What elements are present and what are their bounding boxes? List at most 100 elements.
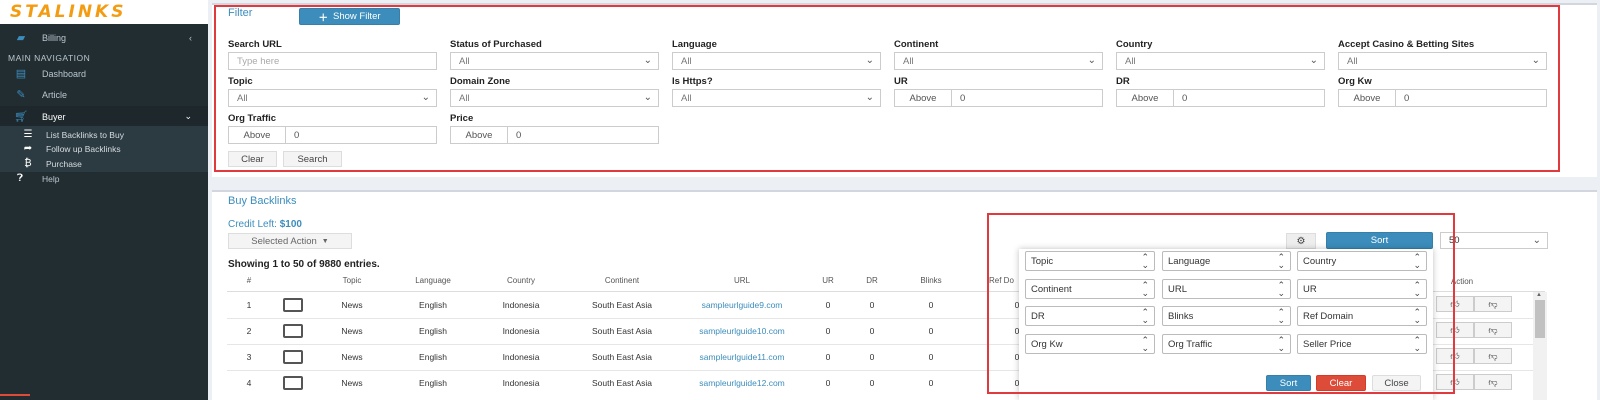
row-checkbox[interactable]	[271, 318, 315, 344]
like-button[interactable]: 👍︎	[1436, 296, 1474, 312]
org-kw-input[interactable]: 0	[1396, 89, 1547, 107]
table-cell: 0	[869, 378, 875, 388]
country-value: All	[1125, 55, 1136, 67]
country-select[interactable]: All ⌄	[1116, 52, 1325, 70]
sort-button[interactable]: Sort	[1326, 232, 1433, 249]
sort-close-button[interactable]: Close	[1372, 375, 1421, 391]
org-kw-label: Org Kw	[1338, 76, 1372, 87]
sort-select-continent[interactable]: Continent ⌃ ⌄	[1025, 279, 1155, 299]
column-header[interactable]: Continent	[565, 270, 679, 292]
sort-select-seller-price[interactable]: Seller Price ⌃ ⌄	[1297, 334, 1427, 354]
sort-select-ur[interactable]: UR ⌃ ⌄	[1297, 279, 1427, 299]
ur-mode-button[interactable]: Above	[894, 89, 952, 107]
search-button[interactable]: Search	[283, 151, 342, 167]
status-select[interactable]: All ⌄	[450, 52, 659, 70]
logo[interactable]: STALINKS	[0, 0, 208, 24]
sort-apply-button[interactable]: Sort	[1266, 375, 1311, 391]
domain-zone-value: All	[459, 92, 470, 104]
ur-label: UR	[894, 76, 908, 87]
chevron-down-icon: ⌄	[1532, 235, 1541, 246]
sidebar-subitem-purchase[interactable]: ₿ Purchase	[0, 156, 208, 171]
page-size-select[interactable]: 50 ⌄	[1440, 232, 1548, 249]
url-link[interactable]: sampleurlguide12.com	[679, 370, 805, 396]
column-header[interactable]: Language	[389, 270, 477, 292]
nav-header: MAIN NAVIGATION	[8, 53, 91, 63]
dislike-button[interactable]: 👎︎	[1474, 374, 1512, 390]
dislike-button[interactable]: 👎︎	[1474, 296, 1512, 312]
sidebar-item-buyer[interactable]: 🛒︎ Buyer ⌄	[0, 106, 208, 127]
dislike-button[interactable]: 👎︎	[1474, 322, 1512, 338]
sidebar-item-billing[interactable]: ▰ Billing ‹	[0, 27, 208, 48]
sidebar-item-help[interactable]: ❓︎ Help	[0, 171, 208, 186]
row-checkbox[interactable]	[271, 292, 315, 318]
sort-select-country[interactable]: Country ⌃ ⌄	[1297, 251, 1427, 271]
price-input[interactable]: 0	[508, 126, 659, 144]
column-header[interactable]: UR	[805, 270, 851, 292]
like-button[interactable]: 👍︎	[1436, 348, 1474, 364]
clear-button[interactable]: Clear	[228, 151, 277, 167]
ur-input[interactable]: 0	[952, 89, 1103, 107]
sort-select-language[interactable]: Language ⌃ ⌄	[1162, 251, 1291, 271]
url-link[interactable]: sampleurlguide11.com	[679, 344, 805, 370]
dr-input[interactable]: 0	[1174, 89, 1325, 107]
language-select[interactable]: All ⌄	[672, 52, 881, 70]
sort-select-org-kw[interactable]: Org Kw ⌃ ⌄	[1025, 334, 1155, 354]
dislike-button[interactable]: 👎︎	[1474, 348, 1512, 364]
sort-select-org-traffic[interactable]: Org Traffic ⌃ ⌄	[1162, 334, 1291, 354]
up-down-icon: ⌃ ⌄	[1141, 280, 1149, 298]
url-link[interactable]: sampleurlguide9.com	[679, 292, 805, 318]
selected-action-dropdown[interactable]: Selected Action ▼	[228, 233, 352, 249]
sort-select-ref-domain[interactable]: Ref Domain ⌃ ⌄	[1297, 306, 1427, 326]
column-header[interactable]: URL	[679, 270, 805, 292]
sort-select-dr[interactable]: DR ⌃ ⌄	[1025, 306, 1155, 326]
org-traffic-input[interactable]: 0	[286, 126, 437, 144]
sidebar-item-dashboard[interactable]: ▤ Dashboard	[0, 63, 208, 84]
sort-select-blinks[interactable]: Blinks ⌃ ⌄	[1162, 306, 1291, 326]
sidebar-item-article[interactable]: ✎ Article	[0, 84, 208, 105]
like-button[interactable]: 👍︎	[1436, 322, 1474, 338]
sort-clear-button[interactable]: Clear	[1316, 375, 1366, 391]
column-header[interactable]: Country	[477, 270, 565, 292]
sort-option-label: Topic	[1031, 255, 1054, 267]
column-header[interactable]: Topic	[315, 270, 389, 292]
thumbs-down-icon: 👎︎	[1488, 376, 1498, 387]
sort-select-url[interactable]: URL ⌃ ⌄	[1162, 279, 1291, 299]
continent-select[interactable]: All ⌄	[894, 52, 1103, 70]
logo-text: STALINKS	[10, 2, 127, 22]
sidebar-item-label: Buyer	[42, 111, 66, 122]
credit-card-icon: ▰	[16, 32, 26, 44]
dr-mode-button[interactable]: Above	[1116, 89, 1174, 107]
column-header[interactable]: DR	[851, 270, 893, 292]
column-header[interactable]: #	[227, 270, 271, 292]
column-header[interactable]: Blinks	[893, 270, 969, 292]
sort-option-label: Blinks	[1168, 310, 1194, 322]
language-label: Language	[672, 39, 717, 50]
topic-select[interactable]: All ⌄	[228, 89, 437, 107]
row-checkbox[interactable]	[271, 370, 315, 396]
row-checkbox[interactable]	[271, 344, 315, 370]
search-url-input[interactable]: Type here	[228, 52, 437, 70]
domain-zone-select[interactable]: All ⌄	[450, 89, 659, 107]
like-button[interactable]: 👍︎	[1436, 374, 1474, 390]
scroll-up-icon[interactable]: ▲	[1536, 292, 1542, 298]
sidebar-item-label: Dashboard	[42, 68, 87, 79]
table-cell: News	[341, 378, 363, 388]
org-kw-mode-button[interactable]: Above	[1338, 89, 1396, 107]
casino-select[interactable]: All ⌄	[1338, 52, 1547, 70]
sidebar-subitem-follow-up[interactable]: ➦ Follow up Backlinks	[0, 141, 208, 156]
sidebar-subitem-list-backlinks[interactable]: ☰ List Backlinks to Buy	[0, 127, 208, 142]
https-select[interactable]: All ⌄	[672, 89, 881, 107]
table-cell: South East Asia	[591, 378, 652, 388]
table-cell: English	[419, 352, 447, 362]
price-mode-button[interactable]: Above	[450, 126, 508, 144]
settings-button[interactable]: ⚙	[1286, 233, 1316, 249]
scrollbar-thumb[interactable]	[1535, 300, 1545, 338]
dr-value: 0	[1182, 92, 1188, 104]
sort-select-topic[interactable]: Topic ⌃ ⌄	[1025, 251, 1155, 271]
sidebar-marker	[0, 394, 30, 396]
show-filter-button[interactable]: ＋ Show Filter	[299, 8, 400, 25]
chevron-left-icon: ‹	[189, 32, 192, 43]
org-traffic-mode-button[interactable]: Above	[228, 126, 286, 144]
table-cell: 0	[825, 352, 831, 362]
url-link[interactable]: sampleurlguide10.com	[679, 318, 805, 344]
